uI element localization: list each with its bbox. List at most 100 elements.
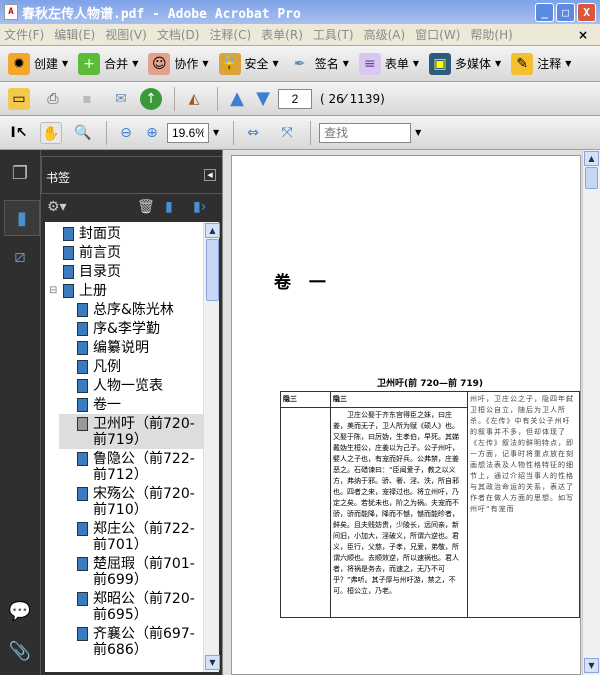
bookmark-item[interactable]: 鲁隐公（前722-前712） xyxy=(59,449,203,484)
bookmarks-header: 书签 ◀ xyxy=(41,156,223,194)
menu-advanced[interactable]: 高级(A) xyxy=(364,26,406,43)
new-bookmark-icon[interactable]: ▮ xyxy=(165,199,173,215)
previous-page-icon[interactable]: ▲ xyxy=(226,88,248,110)
title-bar: A 春秋左传人物谱.pdf - Adobe Acrobat Pro _ □ X xyxy=(0,0,600,24)
bookmark-label: 郑昭公（前720-前695） xyxy=(93,591,195,623)
bookmark-label: 总序&陈光林 xyxy=(93,302,174,318)
select-tool-icon[interactable]: I↖ xyxy=(8,122,30,144)
signatures-icon[interactable]: ⧄ xyxy=(8,245,32,269)
bookmarks-title: 书签 xyxy=(46,171,71,185)
collaborate-button[interactable]: ☺ 协作 ▼ xyxy=(148,52,209,75)
collapse-panel-icon[interactable]: ◀ xyxy=(204,169,216,181)
menu-view[interactable]: 视图(V) xyxy=(105,26,147,43)
multimedia-button[interactable]: ▣ 多媒体 ▼ xyxy=(429,52,501,75)
bookmark-item[interactable]: 序&李学勤 xyxy=(59,319,203,338)
bookmarks-tree: 封面页 前言页目录页 ⊟ 上册总序&陈光林 序&李学勤 编纂说明 凡例人物一览表 卷一 卫州吁（… xyxy=(45,222,220,672)
sign-button[interactable]: ✒ 签名 ▼ xyxy=(289,53,349,75)
bookmark-icon xyxy=(63,265,74,279)
bookmark-item[interactable]: 宋殇公（前720-前710） xyxy=(59,484,203,519)
bookmarks-icon[interactable]: ▮ xyxy=(4,200,40,236)
menu-help[interactable]: 帮助(H) xyxy=(470,26,512,43)
scroll-down-icon[interactable]: ▼ xyxy=(584,658,599,673)
bookmarks-toolbar: ⚙▾ 🗑 ▮ ▮› xyxy=(41,194,223,222)
expand-bookmark-icon[interactable]: ▮› xyxy=(193,199,206,215)
bookmark-item[interactable]: ⊟ 上册 xyxy=(49,281,203,300)
zoom-in-icon[interactable]: ⊕ xyxy=(141,122,163,144)
options-gear-icon[interactable]: ⚙▾ xyxy=(47,199,67,215)
combine-button[interactable]: + 合并 ▼ xyxy=(78,52,138,75)
close-document-icon[interactable]: × xyxy=(578,28,588,42)
comments-icon[interactable]: 💬 xyxy=(8,600,32,624)
minimize-button[interactable]: _ xyxy=(535,3,554,22)
email-icon[interactable]: ✉ xyxy=(110,88,132,110)
document-area: 卷 一 卫州吁(前 720—前 719) 隐三 隐三 州吁，卫庄公之子，隐四年弑… xyxy=(222,150,600,675)
zoom-dropdown-icon[interactable]: ▼ xyxy=(213,128,219,137)
bookmark-item[interactable]: 凡例 xyxy=(59,357,203,376)
menu-file[interactable]: 文件(F) xyxy=(4,26,44,43)
forms-button[interactable]: ≡ 表单 ▼ xyxy=(358,52,419,75)
bookmark-item[interactable]: 封面页 xyxy=(59,224,203,243)
divider xyxy=(310,120,312,145)
collapse-toggle-icon[interactable]: ⊟ xyxy=(49,283,57,299)
divider xyxy=(217,86,218,111)
file-toolbar: ▭ ⎙ ▪ ✉ ↑ ◭ ▲ ▼ ( 26⁄ 1139) xyxy=(0,82,600,116)
secure-button[interactable]: 🔒 安全 ▼ xyxy=(218,52,279,75)
upload-web-icon[interactable]: ↑ xyxy=(140,87,162,110)
bookmark-icon xyxy=(77,341,88,355)
bookmark-item[interactable]: 人物一览表 xyxy=(59,376,203,395)
attachments-icon[interactable]: 📎 xyxy=(8,640,32,664)
scroll-thumb[interactable] xyxy=(585,167,598,189)
bookmark-item[interactable]: 编纂说明 xyxy=(59,338,203,357)
find-dropdown-icon[interactable]: ▼ xyxy=(415,128,421,137)
zoom-level-input[interactable] xyxy=(167,122,209,143)
menu-comments[interactable]: 注释(C) xyxy=(209,26,251,43)
fit-width-icon[interactable]: ⇔ xyxy=(242,122,264,144)
bookmarks-scrollbar[interactable]: ▲ ▼ xyxy=(203,222,220,672)
fit-page-icon[interactable]: ⤧ xyxy=(276,122,298,144)
bookmark-item[interactable]: 前言页 xyxy=(59,243,203,262)
form-icon: ≡ xyxy=(358,52,381,75)
open-folder-icon[interactable]: ▭ xyxy=(8,87,30,110)
maximize-button[interactable]: □ xyxy=(556,3,575,22)
bookmark-label: 目录页 xyxy=(79,264,121,280)
scroll-up-icon[interactable]: ▲ xyxy=(584,151,599,166)
bookmark-item[interactable]: 郑庄公（前722-前701） xyxy=(59,519,203,554)
bookmark-item[interactable]: 郑昭公（前720-前695） xyxy=(59,589,203,624)
bookmark-item[interactable]: 楚屈瑕（前701-前699） xyxy=(59,554,203,589)
menu-window[interactable]: 窗口(W) xyxy=(415,26,460,43)
bookmark-label: 人物一览表 xyxy=(93,378,163,394)
save-icon[interactable]: ▪ xyxy=(76,88,98,110)
find-input[interactable] xyxy=(319,122,412,143)
scroll-up-icon[interactable]: ▲ xyxy=(205,223,220,238)
menu-document[interactable]: 文档(D) xyxy=(157,26,200,43)
bookmark-item[interactable]: 卷一 xyxy=(59,395,203,414)
close-button[interactable]: X xyxy=(577,3,596,22)
pen-icon: ✒ xyxy=(293,55,306,72)
create-button[interactable]: ✹ 创建 ▼ xyxy=(8,52,68,75)
bookmark-item[interactable]: 目录页 xyxy=(59,262,203,281)
menu-edit[interactable]: 编辑(E) xyxy=(54,26,95,43)
bookmark-item[interactable]: 齐襄公（前697-前686） xyxy=(59,624,203,659)
scroll-thumb[interactable] xyxy=(206,239,219,301)
scroll-down-icon[interactable]: ▼ xyxy=(205,655,220,670)
menu-forms[interactable]: 表单(R) xyxy=(261,26,303,43)
delete-bookmark-icon[interactable]: 🗑 xyxy=(137,199,155,215)
zoom-out-icon[interactable]: ⊖ xyxy=(115,122,137,144)
edit-image-icon[interactable]: ◭ xyxy=(183,88,205,110)
page-number-input[interactable] xyxy=(278,88,312,109)
comment-button[interactable]: ✎ 注释 ▼ xyxy=(511,52,571,75)
bookmark-icon xyxy=(77,398,88,412)
menu-tools[interactable]: 工具(T) xyxy=(313,26,354,43)
bookmark-item[interactable]: 总序&陈光林 xyxy=(59,300,203,319)
print-icon[interactable]: ⎙ xyxy=(42,88,64,110)
bookmark-icon xyxy=(77,487,88,501)
next-page-icon[interactable]: ▼ xyxy=(252,88,274,110)
document-scrollbar[interactable]: ▲ ▼ xyxy=(582,150,600,675)
bookmark-item[interactable]: 卫州吁（前720-前719） xyxy=(59,414,203,449)
annotation-text: 州吁，卫庄公之子，隐四年弑卫桓公自立，随后为卫人所杀。《左传》中有关公子州吁的叙… xyxy=(467,391,580,618)
zoom-tool-icon[interactable]: 🔍 xyxy=(72,122,94,144)
pdf-icon: A xyxy=(4,4,18,20)
bookmark-label: 齐襄公（前697-前686） xyxy=(93,626,195,658)
hand-tool-icon[interactable]: ✋ xyxy=(40,121,62,144)
pages-icon[interactable]: ❐ xyxy=(8,162,32,186)
